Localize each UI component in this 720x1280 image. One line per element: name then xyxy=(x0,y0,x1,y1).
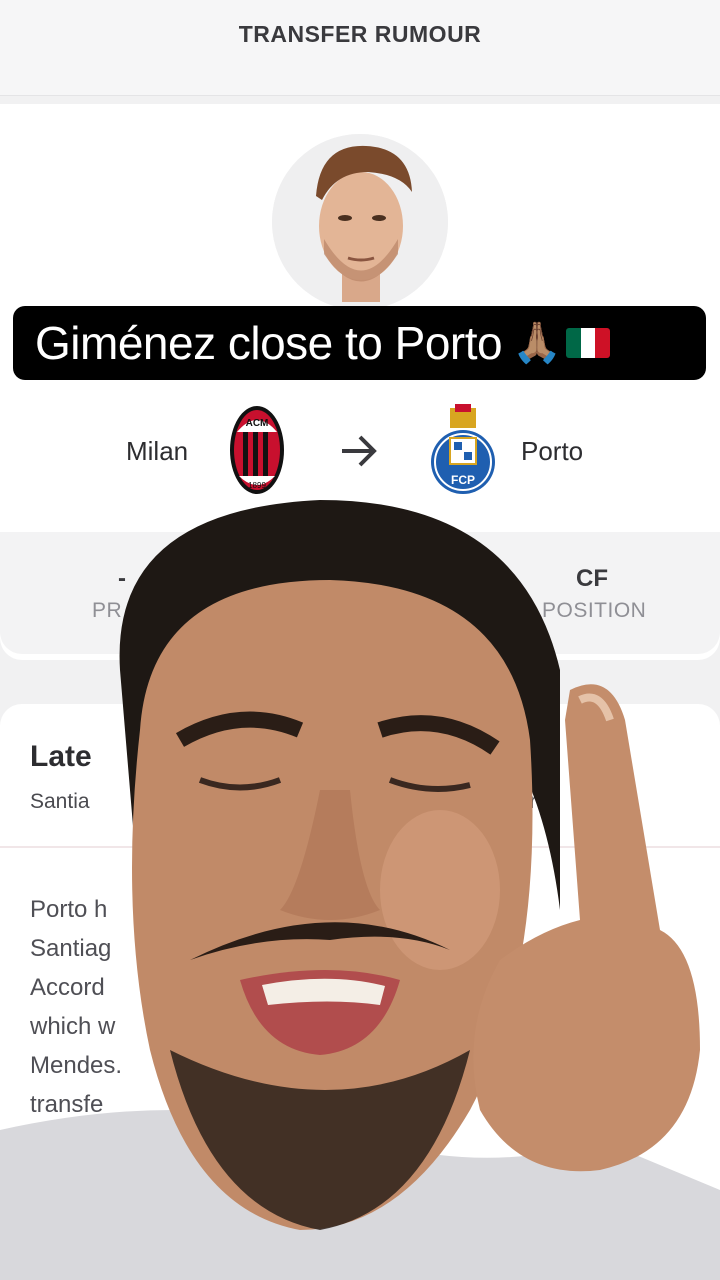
mexico-flag-icon xyxy=(565,328,610,358)
presenter-video-overlay xyxy=(0,490,720,1280)
milan-crest-icon: ACM 1899 xyxy=(229,404,285,496)
arrow-right-icon xyxy=(338,430,380,472)
page-title: TRANSFER RUMOUR xyxy=(238,21,482,47)
praying-hands-icon: 🙏🏽 xyxy=(512,321,562,365)
to-club-name: Porto xyxy=(521,436,584,466)
milan-crest-year: 1899 xyxy=(248,481,266,490)
video-caption: Giménez close to Porto 🙏🏽 xyxy=(13,306,706,380)
milan-crest-letters: ACM xyxy=(246,418,269,429)
porto-crest-icon: FCP xyxy=(428,404,498,496)
porto-crest-letters: FCP xyxy=(451,473,475,487)
top-bar: TRANSFER RUMOUR xyxy=(0,0,720,96)
caption-text: Giménez close to Porto xyxy=(35,317,503,369)
player-avatar xyxy=(272,134,448,310)
from-club-name: Milan xyxy=(126,436,189,466)
